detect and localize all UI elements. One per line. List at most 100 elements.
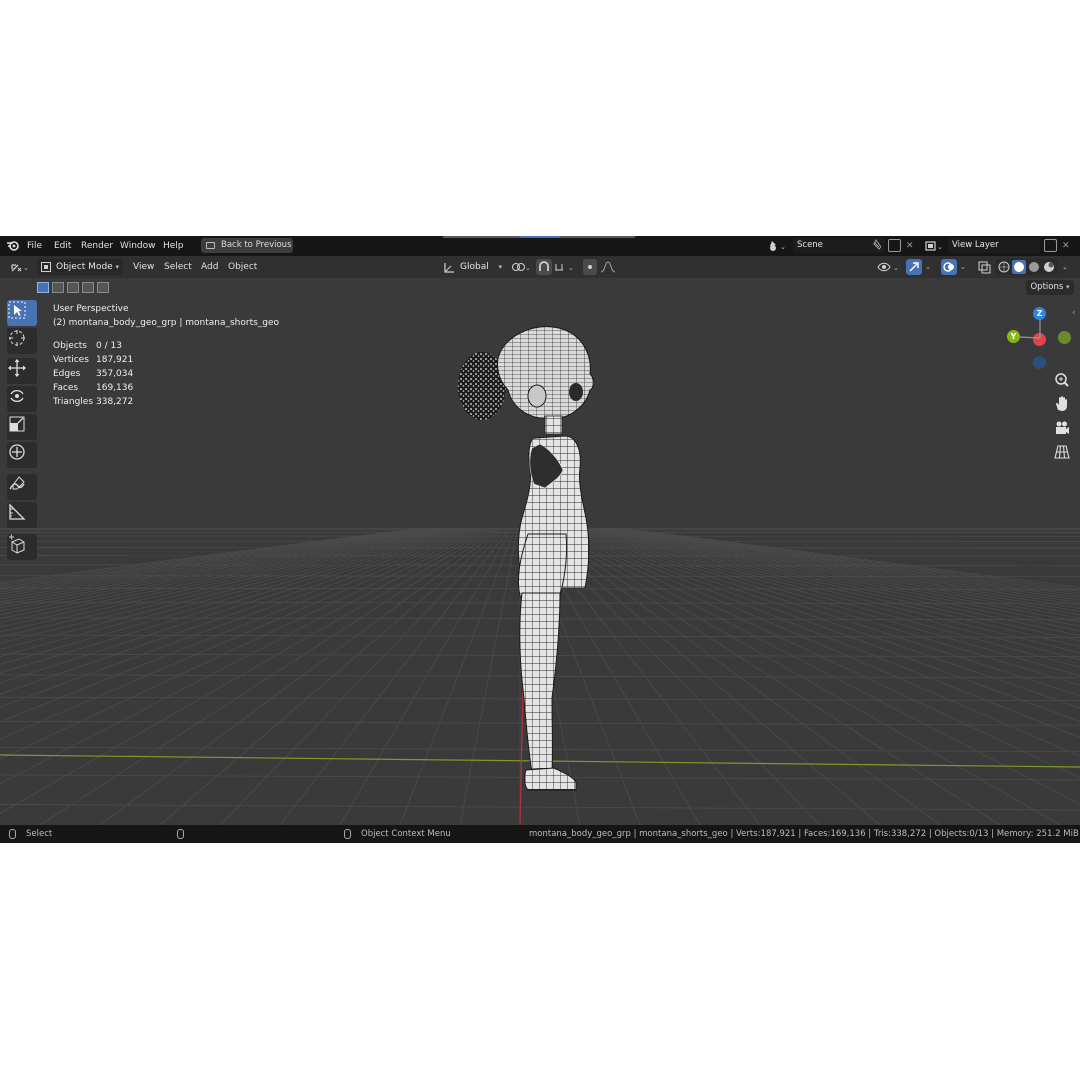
- gizmo-neg-y-axis[interactable]: [1058, 331, 1071, 344]
- stat-faces-value: 169,136: [96, 383, 134, 393]
- stat-objects-value: 0 / 13: [96, 341, 122, 351]
- pan-hand-icon[interactable]: [1052, 394, 1072, 414]
- svg-text:⌄: ⌄: [568, 264, 574, 272]
- zoom-icon[interactable]: [1052, 370, 1072, 390]
- object-mode-dropdown[interactable]: Object Mode ▾: [37, 259, 123, 275]
- stat-edges-value: 357,034: [96, 369, 134, 379]
- overlays-toggle-icon[interactable]: [941, 259, 957, 275]
- rotate-tool[interactable]: [7, 386, 37, 412]
- transform-orientation-dropdown[interactable]: Global ▾: [442, 259, 504, 275]
- transform-icon: [9, 444, 25, 460]
- viewport-canvas[interactable]: [0, 278, 1080, 825]
- rotate-icon: [10, 390, 24, 402]
- menu-edit[interactable]: Edit: [54, 236, 71, 256]
- cursor-icon: [9, 330, 25, 346]
- new-view-layer-icon[interactable]: [1044, 239, 1057, 252]
- stat-triangles-value: 338,272: [96, 397, 134, 407]
- camera-view-icon[interactable]: [1052, 418, 1072, 438]
- gizmo-toggle-icon[interactable]: [906, 259, 922, 275]
- active-object-label: (2) montana_body_geo_grp | montana_short…: [53, 318, 280, 328]
- neck-mesh: [544, 415, 563, 435]
- orientation-icon: [444, 263, 454, 273]
- stat-vertices-label: Vertices: [53, 355, 89, 365]
- menu-view[interactable]: View: [133, 256, 154, 278]
- snap-target-icon[interactable]: ⌄: [553, 259, 577, 275]
- gizmo-neg-z-axis[interactable]: [1033, 356, 1046, 369]
- falloff-icon[interactable]: [599, 259, 621, 275]
- svg-text:⌄: ⌄: [937, 243, 943, 251]
- sidebar-toggle-icon[interactable]: ‹: [1072, 308, 1076, 318]
- stat-vertices-value: 187,921: [96, 355, 134, 365]
- remove-scene-icon[interactable]: ✕: [906, 236, 914, 256]
- measure-tool[interactable]: [7, 502, 37, 528]
- measure-icon: [9, 503, 26, 520]
- move-icon: [8, 359, 26, 377]
- visibility-eye-icon[interactable]: ⌄: [876, 259, 902, 275]
- shading-mode-group: [996, 259, 1058, 275]
- select-box-icon: [8, 301, 26, 319]
- shading-options-chevron-icon[interactable]: ⌄: [1062, 256, 1068, 278]
- menu-window[interactable]: Window: [120, 236, 156, 256]
- object-mode-icon: [41, 262, 51, 272]
- svg-text:⌄: ⌄: [23, 264, 29, 272]
- blender-logo-icon[interactable]: [6, 236, 20, 256]
- 3d-viewport[interactable]: User Perspective (2) montana_body_geo_gr…: [0, 278, 1080, 825]
- add-cube-tool[interactable]: [7, 534, 37, 560]
- menu-file[interactable]: File: [27, 236, 42, 256]
- select-mode-intersect-icon[interactable]: [97, 282, 109, 293]
- new-scene-icon[interactable]: [888, 239, 901, 252]
- menu-help[interactable]: Help: [163, 236, 184, 256]
- menu-add[interactable]: Add: [201, 256, 218, 278]
- chevron-down-icon: ▾: [1065, 283, 1070, 291]
- pivot-point-icon[interactable]: ⌄: [510, 259, 532, 275]
- annotate-tool[interactable]: [7, 474, 37, 500]
- eye-mesh: [569, 383, 583, 401]
- chevron-down-icon: ▾: [498, 263, 502, 271]
- status-bar: Select Object Context Menu montana_body_…: [0, 825, 1080, 843]
- snap-toggle-icon[interactable]: [536, 259, 552, 275]
- overlays-options-chevron-icon[interactable]: ⌄: [960, 256, 966, 278]
- add-cube-icon: [9, 534, 25, 554]
- blender-window: File Edit Render Window Help Back to Pre…: [0, 236, 1080, 843]
- scale-icon: [9, 416, 25, 432]
- menu-object[interactable]: Object: [228, 256, 257, 278]
- view-layer-icon[interactable]: ⌄: [924, 236, 946, 256]
- mouse-middle-icon: [177, 829, 184, 839]
- move-tool[interactable]: [7, 358, 37, 384]
- status-context-menu-hint: Object Context Menu: [361, 829, 451, 839]
- select-mode-new-icon[interactable]: [37, 282, 49, 293]
- select-mode-extend-icon[interactable]: [52, 282, 64, 293]
- back-icon: [206, 242, 215, 249]
- stat-edges-label: Edges: [53, 369, 81, 379]
- mouse-right-icon: [344, 829, 351, 839]
- editor-type-icon[interactable]: ⌄: [9, 256, 31, 278]
- svg-text:⌄: ⌄: [893, 264, 899, 272]
- back-to-previous-button[interactable]: Back to Previous: [201, 238, 293, 253]
- select-mode-subtract-icon[interactable]: [67, 282, 79, 293]
- top-menu-bar: File Edit Render Window Help Back to Pre…: [0, 236, 1080, 256]
- scene-name-field[interactable]: Scene: [793, 238, 885, 253]
- select-mode-invert-icon[interactable]: [82, 282, 94, 293]
- gizmo-lines: [1019, 319, 1041, 339]
- stat-faces-label: Faces: [53, 383, 79, 393]
- select-box-tool[interactable]: [7, 300, 37, 326]
- menu-select[interactable]: Select: [164, 256, 192, 278]
- transform-tool[interactable]: [7, 442, 37, 468]
- status-select-hint: Select: [26, 829, 53, 839]
- cursor-tool[interactable]: [7, 328, 37, 354]
- annotate-icon: [9, 476, 25, 490]
- svg-text:⌄: ⌄: [780, 243, 786, 251]
- menu-render[interactable]: Render: [81, 236, 113, 256]
- remove-view-layer-icon[interactable]: ✕: [1062, 236, 1070, 256]
- chevron-down-icon: ▾: [115, 263, 119, 271]
- proportional-edit-icon[interactable]: [583, 259, 597, 275]
- workspace-tab-active[interactable]: [520, 236, 560, 238]
- scene-icon[interactable]: ⌄: [767, 236, 789, 256]
- perspective-grid-icon[interactable]: [1052, 442, 1072, 462]
- ear-mesh: [527, 384, 547, 408]
- gizmo-options-chevron-icon[interactable]: ⌄: [925, 256, 931, 278]
- scale-tool[interactable]: [7, 414, 37, 440]
- options-dropdown[interactable]: Options ▾: [1026, 280, 1074, 295]
- view-layer-name-field[interactable]: View Layer: [948, 238, 1040, 253]
- xray-toggle-icon[interactable]: [976, 259, 992, 275]
